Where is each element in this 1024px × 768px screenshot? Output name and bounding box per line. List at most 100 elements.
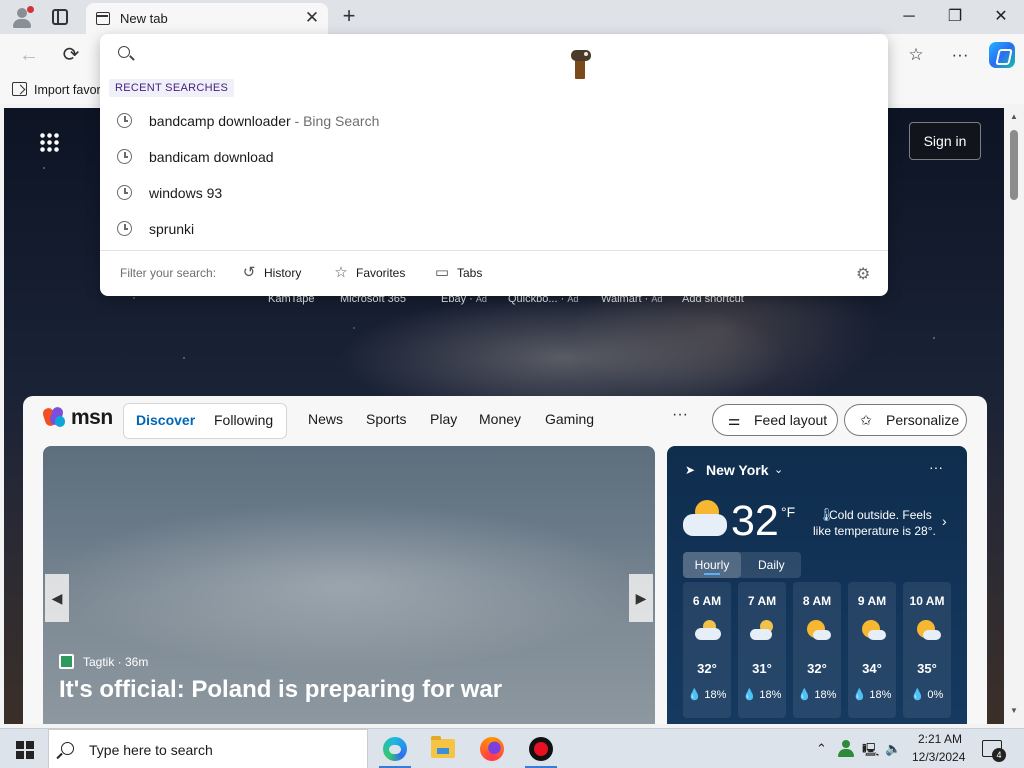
clock-time[interactable]: 2:21 AM <box>918 732 962 746</box>
hero-source: Tagtik · 36m <box>83 655 149 669</box>
filter-history-button[interactable]: ↺ History <box>240 261 310 285</box>
partly-cloudy-moon-icon <box>750 620 776 642</box>
volume-icon[interactable]: 🔈 <box>885 741 901 757</box>
weather-more-button[interactable]: ··· <box>929 459 943 475</box>
refresh-button[interactable]: ⟳ <box>58 42 84 68</box>
windows-start-icon[interactable] <box>16 741 34 759</box>
history-icon: ↺ <box>242 264 256 281</box>
settings-more-button[interactable]: ··· <box>946 42 974 68</box>
recent-search-item[interactable]: bandicam download <box>100 140 888 174</box>
hourly-forecast-item[interactable]: 7 AM 31° 💧 18% <box>738 582 786 718</box>
recent-search-item[interactable]: bandcamp downloader - Bing Search <box>100 104 888 138</box>
address-bar-dropdown: RECENT SEARCHES bandcamp downloader - Bi… <box>100 34 888 296</box>
recent-search-item[interactable]: sprunki <box>100 212 888 246</box>
sign-in-button[interactable]: Sign in <box>909 122 981 160</box>
nav-money[interactable]: Money <box>479 411 521 427</box>
carousel-prev-button[interactable]: ◀ <box>45 574 69 622</box>
show-hidden-icons-icon[interactable]: ⌃ <box>816 741 827 757</box>
weather-card[interactable]: ➤ New York ⌄ ··· 32 °F 🌡 Cold outside. F… <box>667 446 967 724</box>
history-icon <box>117 185 132 200</box>
minimize-button[interactable]: ─ <box>886 0 932 34</box>
edge-icon <box>383 737 407 761</box>
more-nav-button[interactable]: ··· <box>672 406 688 424</box>
tab-daily[interactable]: Daily <box>758 558 785 572</box>
people-icon[interactable] <box>838 740 854 758</box>
tab-hourly[interactable]: Hourly <box>683 552 741 578</box>
bing-mascot-icon[interactable] <box>569 47 593 81</box>
tab-new-tab[interactable]: New tab ✕ <box>86 3 328 34</box>
address-bar-input[interactable] <box>140 40 840 66</box>
recent-searches-heading: RECENT SEARCHES <box>109 79 235 97</box>
profile-icon[interactable] <box>10 6 34 28</box>
msn-logo-icon[interactable] <box>41 405 68 430</box>
new-tab-page-icon <box>96 12 110 25</box>
nav-gaming[interactable]: Gaming <box>545 411 594 427</box>
notification-count-badge: 4 <box>992 748 1006 762</box>
chevron-right-icon[interactable]: › <box>942 513 947 529</box>
filter-tabs-button[interactable]: ▭ Tabs <box>433 261 493 285</box>
hourly-forecast-item[interactable]: 8 AM 32° 💧 18% <box>793 582 841 718</box>
hero-headline[interactable]: It's official: Poland is preparing for w… <box>59 676 502 704</box>
sliders-icon: ⚌ <box>727 412 741 428</box>
nav-sports[interactable]: Sports <box>366 411 406 427</box>
back-button[interactable]: ← <box>16 42 42 68</box>
app-launcher-icon[interactable] <box>39 132 59 152</box>
current-temperature: 32 <box>731 497 779 545</box>
page-scrollbar[interactable]: ▲ ▼ <box>1004 108 1024 724</box>
nav-news[interactable]: News <box>308 411 343 427</box>
scroll-down-arrow-icon[interactable]: ▼ <box>1010 706 1018 715</box>
nav-play[interactable]: Play <box>430 411 457 427</box>
clock-date[interactable]: 12/3/2024 <box>912 750 965 764</box>
forecast-tabs: Hourly Daily <box>683 552 801 578</box>
msn-logo-text[interactable]: msn <box>71 406 113 430</box>
star-icon: ☆ <box>334 264 348 281</box>
temperature-unit[interactable]: °F <box>781 504 795 520</box>
filter-label: Filter your search: <box>120 266 217 280</box>
chevron-down-icon[interactable]: ⌄ <box>774 463 783 476</box>
recent-search-item[interactable]: windows 93 <box>100 176 888 210</box>
hourly-forecast-item[interactable]: 10 AM 35° 💧 0% <box>903 582 951 718</box>
weather-description: Cold outside. Feels like temperature is … <box>813 508 936 538</box>
filter-favorites-button[interactable]: ☆ Favorites <box>332 261 412 285</box>
tab-close-button[interactable]: ✕ <box>302 8 322 28</box>
hourly-forecast-item[interactable]: 6 AM 32° 💧 18% <box>683 582 731 718</box>
tab-actions-icon[interactable] <box>52 9 68 25</box>
location-arrow-icon: ➤ <box>685 463 696 477</box>
firefox-icon <box>480 737 504 761</box>
scroll-up-arrow-icon[interactable]: ▲ <box>1010 112 1018 121</box>
taskbar-edge[interactable] <box>371 729 419 768</box>
partly-cloudy-night-icon <box>695 620 721 642</box>
tab-following[interactable]: Following <box>214 412 273 428</box>
taskbar-search-box[interactable]: Type here to search <box>48 729 368 768</box>
feed-layout-button[interactable]: ⚌ Feed layout <box>712 404 838 436</box>
publisher-logo-icon <box>59 654 74 669</box>
scrollbar-thumb[interactable] <box>1010 130 1018 200</box>
import-favorites-icon <box>12 82 27 96</box>
taskbar-file-explorer[interactable] <box>419 729 467 768</box>
divider <box>100 250 888 251</box>
partly-sunny-icon <box>860 620 886 642</box>
taskbar-recorder[interactable] <box>517 729 565 768</box>
personalize-button[interactable]: ✩ Personalize <box>844 404 967 436</box>
hero-story-card[interactable]: ◀ ▶ Tagtik · 36m It's official: Poland i… <box>43 446 655 724</box>
tab-discover[interactable]: Discover <box>136 412 195 428</box>
close-window-button[interactable]: ✕ <box>978 0 1024 34</box>
taskbar-firefox[interactable] <box>468 729 516 768</box>
msn-feed: msn Discover Following News Sports Play … <box>23 396 987 724</box>
search-icon <box>118 46 130 58</box>
gear-icon[interactable]: ⚙ <box>856 264 870 284</box>
history-icon <box>117 221 132 236</box>
partly-sunny-icon <box>915 620 941 642</box>
copilot-icon[interactable] <box>989 42 1015 68</box>
network-icon[interactable]: 🖳 <box>862 741 879 763</box>
import-favorites-link[interactable]: Import favor <box>34 83 101 97</box>
new-tab-button[interactable]: + <box>337 4 361 28</box>
folder-icon <box>431 736 455 758</box>
favorites-button[interactable]: ☆ <box>902 42 930 68</box>
weather-location[interactable]: New York <box>706 462 769 478</box>
carousel-next-button[interactable]: ▶ <box>629 574 653 622</box>
tabs-icon: ▭ <box>434 264 450 281</box>
feed-tabs: Discover Following <box>123 403 287 439</box>
maximize-button[interactable]: ❐ <box>932 0 978 34</box>
hourly-forecast-item[interactable]: 9 AM 34° 💧 18% <box>848 582 896 718</box>
